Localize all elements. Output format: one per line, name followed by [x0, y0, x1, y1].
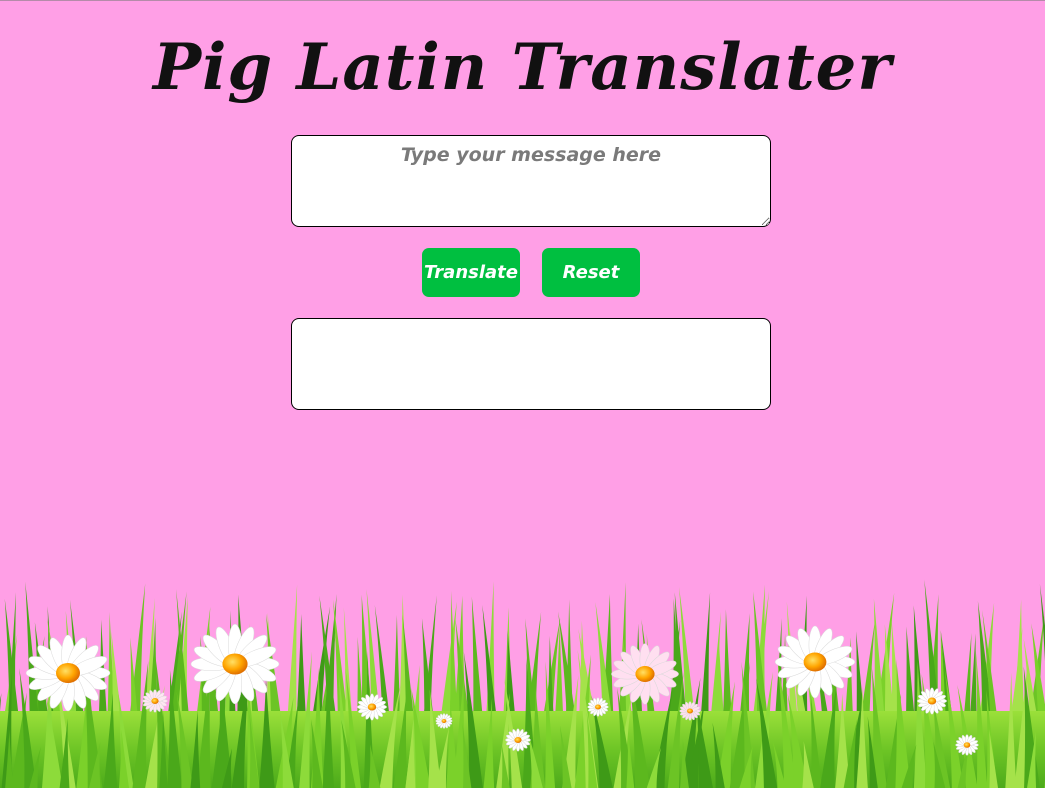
reset-button[interactable]: Reset	[542, 248, 640, 297]
translation-output	[291, 318, 771, 410]
grass-flowers-illustration	[0, 579, 1045, 788]
translate-button[interactable]: Translate	[422, 248, 520, 297]
message-input[interactable]	[291, 135, 771, 227]
page-title: Pig Latin Translater	[152, 30, 893, 105]
